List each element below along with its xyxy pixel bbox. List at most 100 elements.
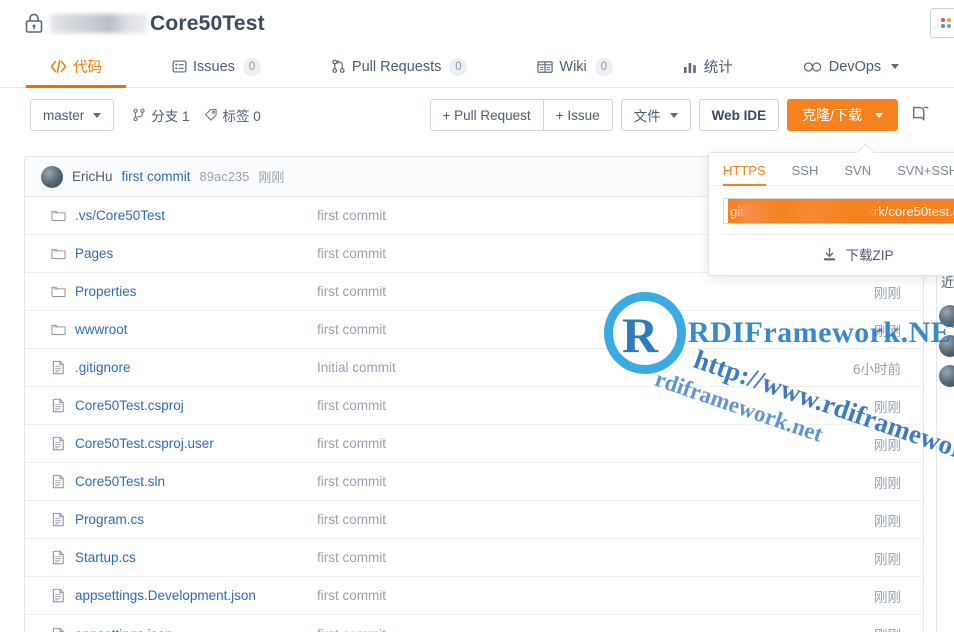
commit-message[interactable]: first commit <box>122 169 191 184</box>
avatar[interactable] <box>939 305 954 327</box>
branch-selector[interactable]: master <box>30 99 115 131</box>
file-name-cell[interactable]: .vs/Core50Test <box>25 208 317 223</box>
table-row[interactable]: Core50Test.csproj.user first commit 刚刚 <box>25 425 923 463</box>
infinity-icon <box>803 61 822 72</box>
file-name-cell[interactable]: Core50Test.csproj <box>25 398 317 413</box>
chevron-down-icon <box>875 112 883 118</box>
file-name-cell[interactable]: Program.cs <box>25 512 317 527</box>
web-ide-button[interactable]: Web IDE <box>698 99 780 131</box>
file-name-cell[interactable]: .gitignore <box>25 360 317 375</box>
table-row[interactable]: appsettings.json first commit刚刚 <box>25 615 923 632</box>
table-row[interactable]: Core50Test.sln first commit 刚刚 <box>25 463 923 501</box>
redacted-url-mask <box>738 200 876 223</box>
watch-eye-icon[interactable] <box>908 102 934 129</box>
file-name-cell[interactable]: appsettings.json <box>25 627 317 632</box>
tags-label: 标签 0 <box>222 109 261 124</box>
table-row[interactable]: wwwroot first commit 刚刚 <box>25 311 923 349</box>
file-name-cell[interactable]: Core50Test.sln <box>25 474 317 489</box>
new-issue-button[interactable]: + Issue <box>542 99 613 131</box>
file-commit-time: 刚刚 <box>874 589 901 605</box>
chart-icon <box>683 62 696 73</box>
commit-sha[interactable]: 89ac235 <box>200 169 250 184</box>
folder-icon <box>51 248 66 260</box>
clone-download-button[interactable]: 克隆/下载 <box>787 99 898 131</box>
file-icon <box>52 398 64 413</box>
repo-header: Core50Test <box>0 0 954 46</box>
clone-url-input[interactable]: git@xxxxxxxxxxxxxxxxxxrk/core50test.git <box>723 198 954 224</box>
commit-author[interactable]: EricHu <box>72 169 113 184</box>
clone-tab-https[interactable]: HTTPS <box>723 163 766 186</box>
file-name-label: .gitignore <box>75 360 131 375</box>
tab-code[interactable]: 代码 <box>26 46 126 88</box>
file-name-cell[interactable]: Pages <box>25 246 317 261</box>
avatar[interactable] <box>939 335 954 357</box>
branch-selector-label: master <box>43 107 85 123</box>
tab-pull-requests-label: Pull Requests <box>351 58 442 75</box>
file-commit-time: 刚刚 <box>874 437 901 453</box>
chevron-down-icon <box>891 64 900 69</box>
file-icon <box>52 436 64 451</box>
table-row[interactable]: Core50Test.csproj first commit 刚刚 <box>25 387 923 425</box>
file-commit-message: Initial commit <box>317 360 396 375</box>
table-row[interactable]: Properties first commit 刚刚 <box>25 273 923 311</box>
table-row[interactable]: Startup.cs first commit 刚刚 <box>25 539 923 577</box>
tab-wiki-count: 0 <box>594 57 613 76</box>
tab-issues-label: Issues <box>193 58 235 75</box>
file-icon <box>52 474 64 489</box>
tab-wiki[interactable]: Wiki 0 <box>525 46 624 87</box>
repository-page: Core50Test 代码 Issues 0 Pull Requests 0 W… <box>0 0 954 632</box>
app-grid-icon[interactable] <box>930 8 954 38</box>
file-name-label: Program.cs <box>75 512 145 527</box>
tab-wiki-label: Wiki <box>559 58 587 75</box>
file-name-label: .vs/Core50Test <box>75 208 166 223</box>
file-commit-message: first commit <box>317 322 386 337</box>
file-name-label: Startup.cs <box>75 550 136 565</box>
tab-devops[interactable]: DevOps <box>791 46 911 87</box>
branch-icon <box>133 108 145 122</box>
branches-link[interactable]: 分支 1 <box>132 105 190 125</box>
file-commit-message: first commit <box>317 627 813 632</box>
table-row[interactable]: appsettings.Development.json first commit… <box>25 577 923 615</box>
file-commit-message: first commit <box>317 436 386 451</box>
chevron-down-icon <box>669 112 678 118</box>
file-name-label: Core50Test.sln <box>75 474 166 489</box>
file-commit-time: 刚刚 <box>874 551 901 567</box>
tab-issues[interactable]: Issues 0 <box>160 46 273 87</box>
avatar[interactable] <box>939 365 954 387</box>
file-name-cell[interactable]: Properties <box>25 284 317 299</box>
file-name-cell[interactable]: wwwroot <box>25 322 317 337</box>
lock-icon <box>25 13 43 33</box>
table-row[interactable]: .gitignore Initial commit 6小时前 <box>25 349 923 387</box>
file-commit-message: first commit <box>317 398 386 413</box>
clone-tab-ssh[interactable]: SSH <box>792 163 819 185</box>
file-name-label: Core50Test.csproj <box>75 398 184 413</box>
download-zip-link[interactable]: 下载ZIP <box>709 235 954 273</box>
file-name-label: appsettings.json <box>75 627 173 632</box>
page-title: Core50Test <box>150 11 265 35</box>
commit-time: 刚刚 <box>258 170 285 185</box>
repo-meta-links: 分支 1 标签 0 <box>132 105 261 125</box>
create-button-group: + Pull Request + Issue <box>429 99 613 131</box>
file-commit-message: first commit <box>317 512 386 527</box>
tab-code-label: 代码 <box>73 60 102 76</box>
tags-link[interactable]: 标签 0 <box>204 105 261 125</box>
file-name-label: Pages <box>75 246 114 261</box>
chevron-down-icon <box>93 112 102 118</box>
file-name-cell[interactable]: appsettings.Development.json <box>25 588 317 603</box>
clone-tab-svn-ssh[interactable]: SVN+SSH <box>897 163 954 185</box>
clone-url-wrapper: git@xxxxxxxxxxxxxxxxxxrk/core50test.git <box>709 186 954 234</box>
folder-icon <box>51 286 66 298</box>
file-name-cell[interactable]: Core50Test.csproj.user <box>25 436 317 451</box>
tab-pull-requests[interactable]: Pull Requests 0 <box>319 46 479 87</box>
folder-icon <box>51 324 66 336</box>
file-name-cell[interactable]: Startup.cs <box>25 550 317 565</box>
clone-tab-svn[interactable]: SVN <box>844 163 871 185</box>
file-commit-time: 刚刚 <box>874 399 901 415</box>
file-menu-button[interactable]: 文件 <box>620 99 691 131</box>
file-commit-message: first commit <box>317 284 386 299</box>
file-icon <box>52 550 64 565</box>
table-row[interactable]: Program.cs first commit 刚刚 <box>25 501 923 539</box>
pull-request-icon <box>332 59 345 73</box>
new-pull-request-button[interactable]: + Pull Request <box>429 99 544 131</box>
tab-statistics[interactable]: 统计 <box>671 46 745 87</box>
